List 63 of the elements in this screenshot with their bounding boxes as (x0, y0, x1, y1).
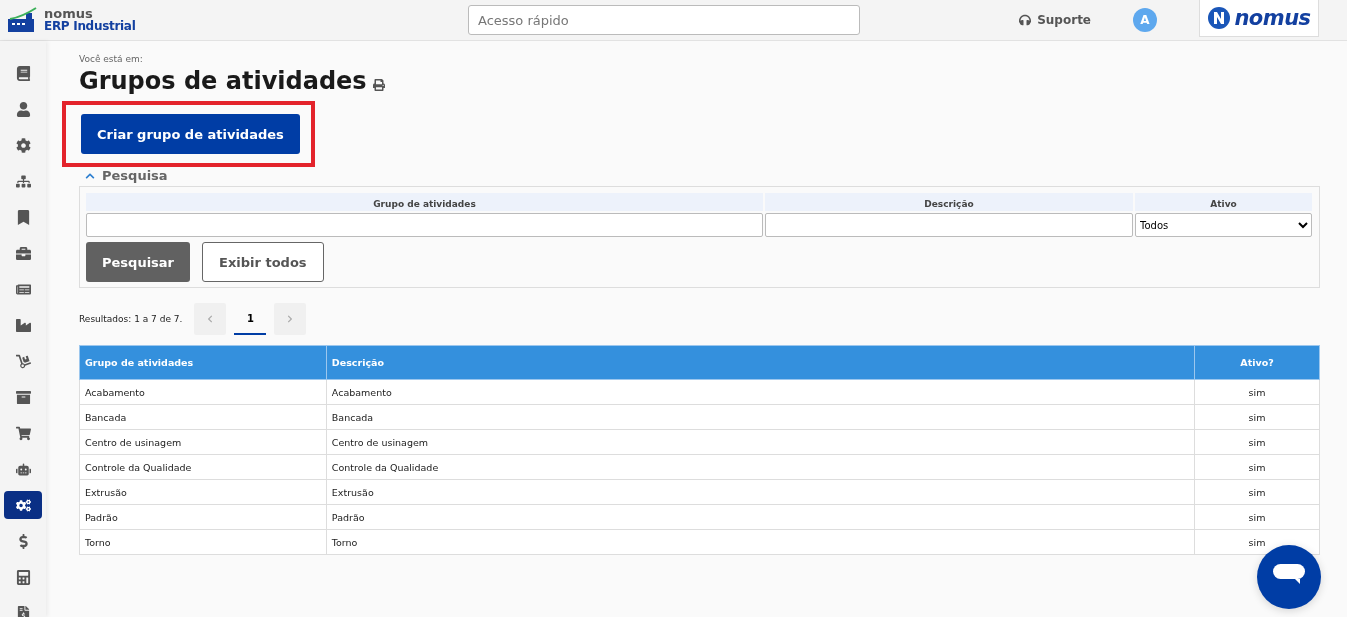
table-cell: Extrusão (326, 479, 1195, 505)
table-cell: Bancada (326, 404, 1195, 430)
headset-icon (1019, 14, 1032, 26)
table-cell: Controle da Qualidade (79, 454, 327, 480)
table-cell: sim (1194, 379, 1320, 405)
table-cell: Padrão (79, 504, 327, 530)
search-field[interactable] (86, 213, 763, 237)
create-group-button[interactable]: Criar grupo de atividades (81, 114, 300, 154)
breadcrumb-label: Você está em: (79, 54, 144, 64)
table-cell: sim (1194, 429, 1320, 455)
search-toggle[interactable]: Pesquisa (79, 168, 168, 183)
factory-icon (15, 317, 31, 333)
table-cell: sim (1194, 504, 1320, 530)
table-cell: Padrão (326, 504, 1195, 530)
brand-name: nomus (44, 8, 93, 20)
table-cell: Torno (326, 529, 1195, 555)
table-cell: Centro de usinagem (79, 429, 327, 455)
settings-icon (15, 137, 31, 153)
briefcase-icon (15, 245, 31, 261)
logo-text: nomus (1234, 6, 1311, 30)
user-icon (15, 101, 31, 117)
book-icon (15, 65, 31, 81)
hierarchy-icon (15, 173, 31, 189)
table-cell: Bancada (79, 404, 327, 430)
archive-icon (15, 389, 31, 405)
field-label: Descrição (765, 193, 1133, 211)
status-select[interactable]: Todos (1135, 213, 1312, 237)
table-cell: Extrusão (79, 479, 327, 505)
invoice-icon (15, 605, 31, 617)
results-summary: Resultados: 1 a 7 de 7. (79, 314, 183, 324)
table-cell: Centro de usinagem (326, 429, 1195, 455)
table-cell: sim (1194, 479, 1320, 505)
bookmark-icon (15, 209, 31, 225)
page-number[interactable]: 1 (234, 303, 267, 335)
column-header[interactable]: Descrição (326, 345, 1195, 380)
hand-truck-icon (15, 353, 31, 369)
sidebar-item[interactable] (4, 491, 42, 519)
product-name: ERP Industrial (44, 20, 136, 32)
column-header[interactable]: Grupo de atividades (79, 345, 327, 380)
field-label: Grupo de atividades (86, 193, 763, 211)
cart-icon (15, 425, 31, 441)
gears-icon (15, 497, 31, 513)
chevron-right-icon (286, 315, 295, 323)
chat-button[interactable] (1257, 545, 1321, 609)
table-cell: Torno (79, 529, 327, 555)
table-cell: sim (1194, 404, 1320, 430)
table-cell: sim (1194, 454, 1320, 480)
table-cell: Acabamento (326, 379, 1195, 405)
page-title: Grupos de atividades (79, 67, 367, 95)
table-cell: Acabamento (79, 379, 327, 405)
calculator-icon (15, 569, 31, 585)
quick-access-field[interactable]: Acesso rápido (468, 5, 860, 35)
table-cell: Controle da Qualidade (326, 454, 1195, 480)
search-field[interactable] (765, 213, 1133, 237)
print-icon[interactable] (372, 79, 385, 91)
search-button[interactable]: Pesquisar (86, 242, 191, 282)
support-link[interactable]: Suporte (1019, 13, 1091, 27)
n-circle-icon (1207, 6, 1232, 30)
field-label: Ativo (1135, 193, 1312, 211)
robot-icon (15, 461, 31, 477)
chevron-left-icon (206, 315, 215, 323)
show-all-button[interactable]: Exibir todos (202, 242, 324, 282)
column-header[interactable]: Ativo? (1194, 345, 1320, 380)
